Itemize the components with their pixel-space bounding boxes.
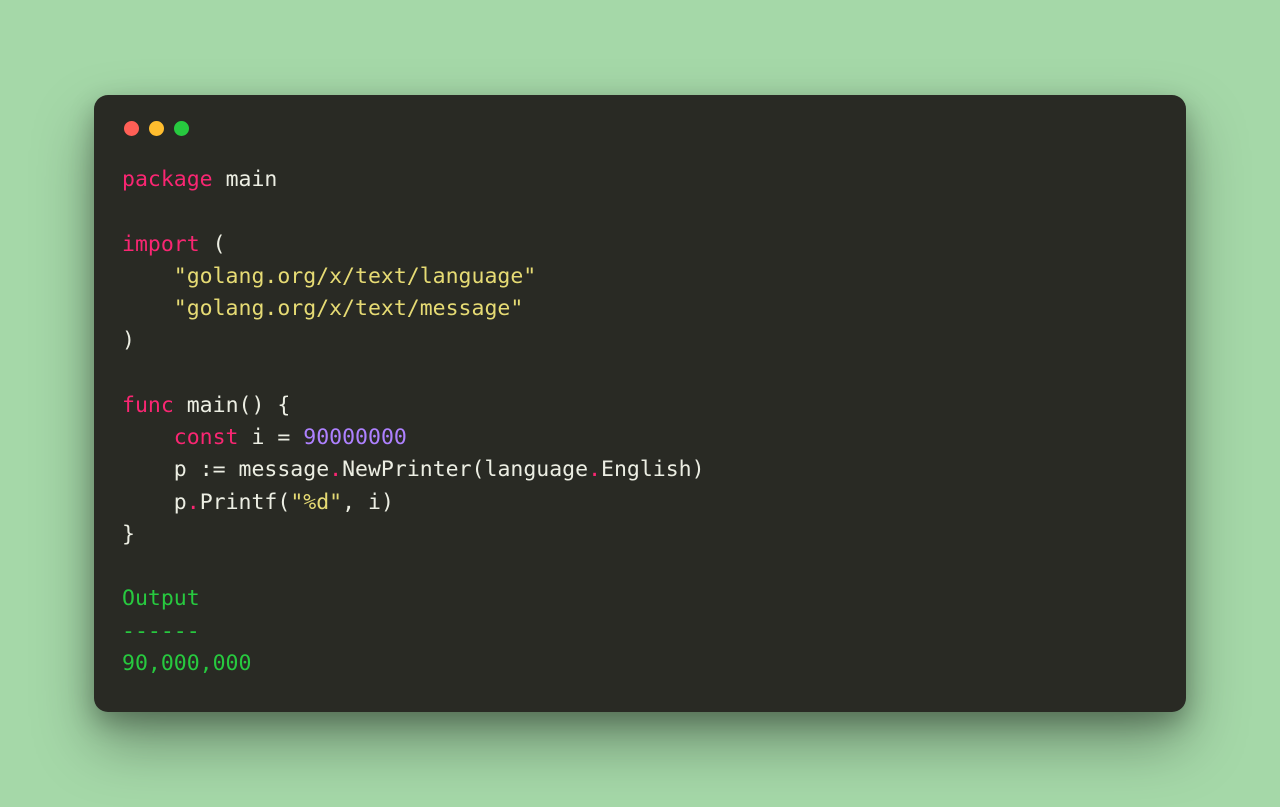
format-string: "%d" [290,490,342,515]
paren-open: ( [277,490,290,515]
ident-english: English [601,457,692,482]
window-controls [124,121,1158,136]
assign: := [200,457,226,482]
dot: . [588,457,601,482]
output-value: 90,000,000 [122,651,251,676]
comma: , [342,490,355,515]
pkg-language: language [485,457,589,482]
func-name: main [187,393,239,418]
paren-close: ) [692,457,705,482]
output-divider: ------ [122,619,200,644]
keyword-func: func [122,393,174,418]
paren-open: ( [472,457,485,482]
keyword-const: const [174,425,239,450]
var-p: p [174,490,187,515]
func-printf: Printf [200,490,278,515]
import-path-1: "golang.org/x/text/language" [174,264,536,289]
var-i: i [251,425,264,450]
pkg-message: message [239,457,330,482]
arg-i: i [368,490,381,515]
func-newprinter: NewPrinter [342,457,471,482]
close-icon[interactable] [124,121,139,136]
keyword-import: import [122,232,200,257]
import-path-2: "golang.org/x/text/message" [174,296,524,321]
package-name: main [226,167,278,192]
paren-open: ( [239,393,252,418]
var-p: p [174,457,187,482]
output-label: Output [122,586,200,611]
paren-open: ( [213,232,226,257]
paren-close: ) [251,393,264,418]
equals: = [277,425,290,450]
paren-close: ) [381,490,394,515]
dot: . [329,457,342,482]
brace-open: { [277,393,290,418]
number-literal: 90000000 [303,425,407,450]
brace-close: } [122,522,135,547]
code-window: package main import ( "golang.org/x/text… [94,95,1186,712]
code-block: package main import ( "golang.org/x/text… [122,164,1158,680]
keyword-package: package [122,167,213,192]
maximize-icon[interactable] [174,121,189,136]
paren-close: ) [122,328,135,353]
dot: . [187,490,200,515]
minimize-icon[interactable] [149,121,164,136]
